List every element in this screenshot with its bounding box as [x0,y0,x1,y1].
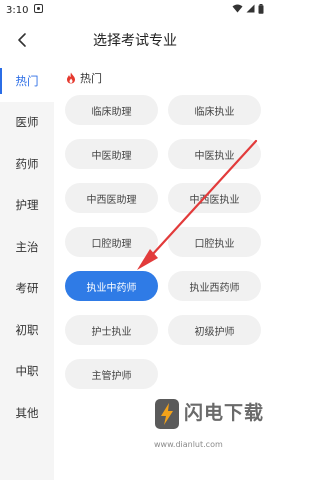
major-tag[interactable]: 中西医助理 [65,183,158,213]
chevron-left-icon [18,33,26,47]
sidebar-item-label: 护理 [15,198,39,213]
status-bar: 3:10 [0,0,270,20]
category-sidebar: 热门 医师 药师 护理 主治 考研 初职 中职 其他 [0,60,54,480]
lightning-logo-icon [155,399,179,429]
sidebar-item-other[interactable]: 其他 [0,392,54,434]
nav-bar: 选择考试专业 [0,20,270,60]
major-tag-grid: 临床助理 临床执业 中医助理 中医执业 中西医助理 中西医执业 口腔助理 口腔执… [65,95,261,389]
major-tag[interactable]: 口腔执业 [168,227,261,257]
notification-icon [34,4,44,16]
sidebar-item-postgraduate[interactable]: 考研 [0,268,54,310]
major-tag[interactable]: 中医执业 [168,139,261,169]
fire-icon [67,72,75,84]
sidebar-item-nursing[interactable]: 护理 [0,185,54,227]
battery-icon [258,3,264,17]
major-tag[interactable]: 中西医执业 [168,183,261,213]
sidebar-item-junior-title[interactable]: 初职 [0,309,54,351]
page-title: 选择考试专业 [93,33,177,49]
sidebar-item-label: 主治 [15,239,39,254]
sidebar-item-intermediate-title[interactable]: 中职 [0,351,54,393]
sidebar-item-hot[interactable]: 热门 [0,60,54,102]
sidebar-item-pharmacist[interactable]: 药师 [0,143,54,185]
sidebar-item-label: 初职 [15,322,39,337]
major-tag[interactable]: 护士执业 [65,315,158,345]
watermark-url: www.dianlut.com [154,440,223,449]
status-time: 3:10 [6,4,29,16]
sidebar-item-label: 考研 [15,281,39,296]
signal-icon [246,4,255,16]
sidebar-item-attending[interactable]: 主治 [0,226,54,268]
site-watermark: 闪电下载 www.dianlut.com [150,396,266,458]
wifi-icon [232,4,243,16]
sidebar-item-label: 中职 [15,364,39,379]
section-header: 热门 [66,70,102,86]
section-title: 热门 [80,72,102,85]
back-button[interactable] [12,30,32,50]
major-tag[interactable]: 初级护师 [168,315,261,345]
major-tag[interactable]: 主管护师 [65,359,158,389]
sidebar-item-label: 热门 [15,73,39,88]
major-tag-selected[interactable]: 执业中药师 [65,271,158,301]
sidebar-item-label: 医师 [15,115,39,130]
major-tag[interactable]: 中医助理 [65,139,158,169]
major-tag[interactable]: 执业西药师 [168,271,261,301]
major-tag[interactable]: 临床执业 [168,95,261,125]
sidebar-item-physician[interactable]: 医师 [0,102,54,144]
sidebar-item-label: 药师 [15,156,39,171]
watermark-title: 闪电下载 [184,402,265,424]
sidebar-item-label: 其他 [15,405,39,420]
major-tag[interactable]: 口腔助理 [65,227,158,257]
major-tag[interactable]: 临床助理 [65,95,158,125]
